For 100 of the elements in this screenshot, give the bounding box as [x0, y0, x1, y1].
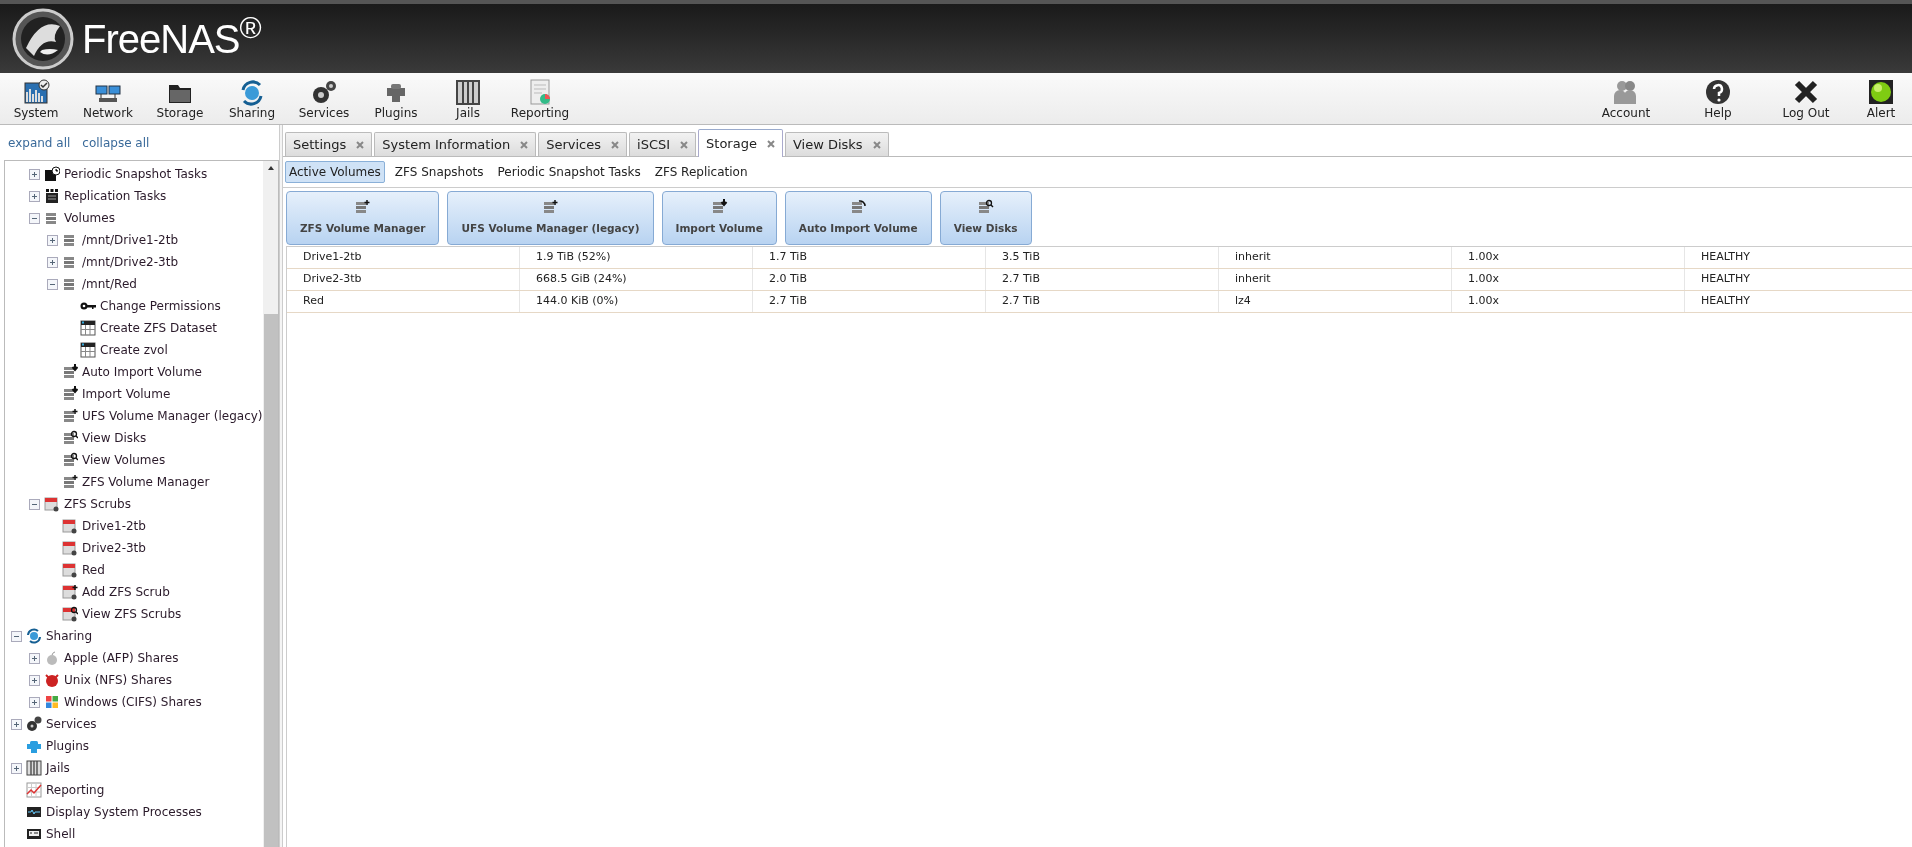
tree-item[interactable]: Periodic Snapshot Tasks [64, 165, 208, 183]
action-button[interactable]: UFS Volume Manager (legacy) [447, 190, 654, 245]
tree-item[interactable]: ZFS Scrubs [64, 495, 131, 513]
tree-item[interactable]: Red [82, 561, 105, 579]
expand-icon[interactable] [47, 256, 58, 268]
tree-item[interactable]: Plugins [46, 737, 89, 755]
collapse-icon[interactable] [29, 498, 40, 510]
tree-item[interactable]: Change Permissions [100, 297, 221, 315]
expand-icon[interactable] [29, 190, 40, 202]
tab[interactable]: iSCSI [629, 132, 697, 156]
tree-item[interactable]: Auto Import Volume [82, 363, 202, 381]
tree-item[interactable]: UFS Volume Manager (legacy) [82, 407, 263, 425]
action-button[interactable]: ZFS Volume Manager [286, 190, 440, 245]
tree-item[interactable]: View Disks [82, 429, 147, 447]
tree-item[interactable]: /mnt/Red [82, 275, 137, 293]
action-button[interactable]: View Disks [939, 190, 1032, 245]
expand-icon[interactable] [29, 674, 40, 686]
toolbar-button[interactable]: Storage [144, 73, 216, 125]
tree-item[interactable]: /mnt/Drive2-3tb [82, 253, 178, 271]
tree-item[interactable]: View ZFS Scrubs [82, 605, 182, 623]
action-button[interactable]: Auto Import Volume [784, 190, 932, 245]
tab[interactable]: System Information [374, 132, 537, 156]
close-icon[interactable] [680, 140, 689, 149]
tab[interactable]: Services [538, 132, 628, 156]
subtab[interactable]: Active Volumes [285, 161, 385, 183]
gears-icon [26, 716, 42, 732]
toolbar-button[interactable]: Jails [432, 73, 504, 125]
calendar-icon [44, 496, 60, 512]
status-light-icon [1867, 78, 1895, 106]
table-cell: HEALTHY [1685, 269, 1912, 290]
close-icon[interactable] [766, 139, 775, 148]
tree-item[interactable]: Create zvol [100, 341, 168, 359]
activity-monitor-icon [26, 804, 42, 820]
toolbar-button[interactable]: Plugins [360, 73, 432, 125]
subtab[interactable]: ZFS Snapshots [390, 161, 488, 183]
tree-item[interactable]: Create ZFS Dataset [100, 319, 218, 337]
toolbar-button[interactable]: Network [72, 73, 144, 125]
table-cell: HEALTHY [1685, 247, 1912, 268]
toolbar-button[interactable]: Account [1578, 73, 1674, 125]
tree-item[interactable]: Drive1-2tb [82, 517, 146, 535]
toolbar-button[interactable]: Alert [1850, 73, 1912, 125]
subtab[interactable]: ZFS Replication [650, 161, 752, 183]
tree-item[interactable]: Shell [46, 825, 76, 843]
scrollbar-thumb[interactable] [263, 314, 278, 847]
toolbar-button[interactable]: Services [288, 73, 360, 125]
expand-icon[interactable] [29, 168, 40, 180]
tree-item[interactable]: ZFS Volume Manager [82, 473, 210, 491]
tab[interactable]: Storage [698, 129, 783, 157]
action-button[interactable]: Import Volume [661, 190, 777, 245]
tree-item[interactable]: Apple (AFP) Shares [64, 649, 179, 667]
table-cell: 2.0 TiB [753, 269, 986, 290]
database-arrow-icon [710, 198, 728, 215]
database-refresh-icon [849, 198, 867, 215]
tree-item[interactable]: Import Volume [82, 385, 171, 403]
collapse-icon[interactable] [29, 212, 40, 224]
database-arrow-icon [62, 364, 78, 380]
calendar-icon [62, 562, 78, 578]
tree-item[interactable]: Drive2-3tb [82, 539, 146, 557]
table-cell: lz4 [1219, 291, 1452, 312]
tree-item[interactable]: Jails [46, 759, 70, 777]
expand-icon[interactable] [29, 652, 40, 664]
toolbar-button[interactable]: System [0, 73, 72, 125]
table-cell: inherit [1219, 269, 1452, 290]
tree-item[interactable]: Unix (NFS) Shares [64, 671, 172, 689]
table-cell: 3.5 TiB [986, 247, 1219, 268]
sidebar-link[interactable]: expand all [8, 133, 71, 152]
tree-item[interactable]: Sharing [46, 627, 93, 645]
clock-folder-icon [44, 166, 60, 182]
collapse-icon[interactable] [11, 630, 22, 642]
tree-item[interactable]: View Volumes [82, 451, 166, 469]
tree-item[interactable]: Add ZFS Scrub [82, 583, 170, 601]
expand-icon[interactable] [11, 762, 22, 774]
scrollbar[interactable] [262, 161, 278, 847]
database-plus-icon [62, 474, 78, 490]
toolbar-button[interactable]: Help [1674, 73, 1762, 125]
expand-icon[interactable] [11, 718, 22, 730]
expand-icon[interactable] [29, 696, 40, 708]
calendar-icon [62, 540, 78, 556]
toolbar-button[interactable]: Log Out [1762, 73, 1850, 125]
close-icon[interactable] [520, 140, 529, 149]
tree-item[interactable]: Volumes [64, 209, 115, 227]
tree-item[interactable]: Display System Processes [46, 803, 202, 821]
tree-item[interactable]: Replication Tasks [64, 187, 167, 205]
tree-item[interactable]: Reporting [46, 781, 105, 799]
subtab[interactable]: Periodic Snapshot Tasks [493, 161, 645, 183]
table-cell: HEALTHY [1685, 291, 1912, 312]
collapse-icon[interactable] [47, 278, 58, 290]
toolbar-button[interactable]: Sharing [216, 73, 288, 125]
tab[interactable]: View Disks [784, 132, 889, 156]
close-icon[interactable] [872, 140, 881, 149]
toolbar-button[interactable]: Reporting [504, 73, 576, 125]
close-icon[interactable] [611, 140, 620, 149]
tree-item[interactable]: Windows (CIFS) Shares [64, 693, 202, 711]
expand-icon[interactable] [47, 234, 58, 246]
close-icon[interactable] [356, 140, 365, 149]
database-plus-icon [354, 198, 372, 215]
tab[interactable]: Settings [285, 132, 373, 156]
tree-item[interactable]: Services [46, 715, 97, 733]
sidebar-link[interactable]: collapse all [82, 133, 150, 152]
tree-item[interactable]: /mnt/Drive1-2tb [82, 231, 178, 249]
